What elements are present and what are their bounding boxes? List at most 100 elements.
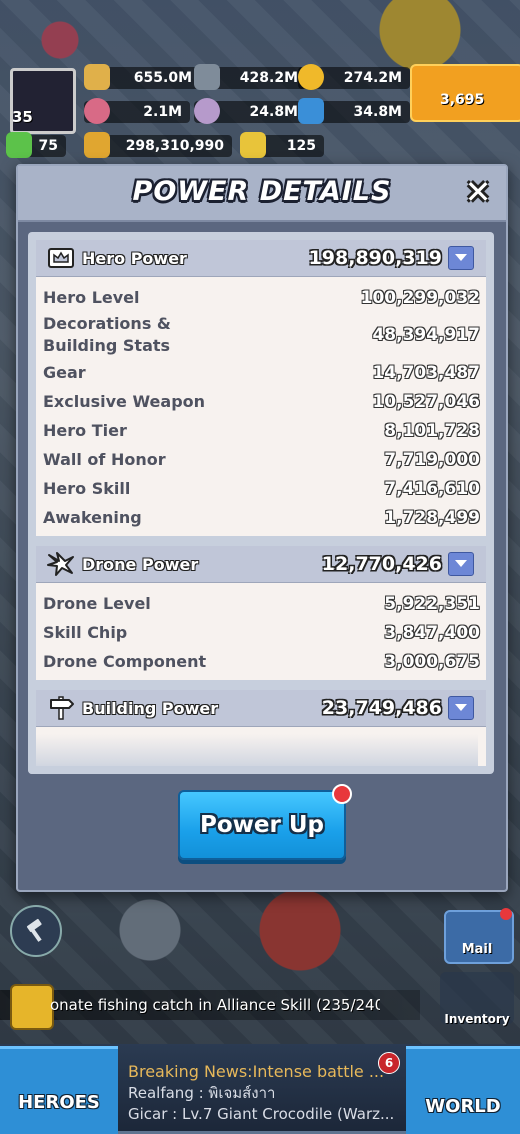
heroes-button[interactable] — [0, 1046, 118, 1134]
stat-value: 7,719,000 — [384, 449, 480, 470]
chevron-down-icon — [455, 254, 467, 261]
stat-row: Drone Component 3,000,675 — [36, 647, 486, 676]
stat-value: 8,101,728 — [384, 420, 480, 441]
stat-value: 3,847,400 — [384, 622, 480, 643]
stat-value: 14,703,487 — [372, 362, 480, 383]
power-up-label: Power Up — [200, 812, 324, 838]
news-feed[interactable]: Breaking News:Intense battle ... Realfan… — [128, 1062, 394, 1123]
world-button[interactable] — [406, 1046, 520, 1134]
tickets[interactable]: 125 — [240, 132, 324, 158]
stat-row: Hero Tier 8,101,728 — [36, 416, 486, 445]
stat-label: Wall of Honor — [43, 449, 166, 469]
ball-icon — [84, 98, 110, 124]
ticket-icon — [240, 132, 266, 158]
lightning-icon — [6, 132, 32, 158]
stat-label: Drone Level — [43, 593, 151, 613]
resource-oil[interactable]: 34.8M — [298, 98, 410, 124]
stat-row: Gear 14,703,487 — [36, 358, 486, 387]
stat-row: Wall of Honor 7,719,000 — [36, 445, 486, 474]
stat-label: Hero Skill — [43, 478, 131, 498]
section-header-hero-power[interactable]: Hero Power 198,890,319 — [36, 240, 486, 277]
anvil-icon — [194, 64, 220, 90]
resource-seeds[interactable]: 2.1M — [84, 98, 190, 124]
world-label: WORLD — [425, 1096, 501, 1117]
stat-row: Awakening 1,728,499 — [36, 503, 486, 532]
signpost-icon — [46, 695, 76, 721]
expand-toggle[interactable] — [448, 552, 474, 576]
power-list[interactable]: Hero Power 198,890,319 Hero Level 100,299… — [36, 240, 486, 766]
barrel-icon — [298, 98, 324, 124]
stat-value: 48,394,917 — [372, 325, 480, 345]
player-level: 35 — [12, 108, 33, 126]
resource-iron[interactable]: 428.2M — [194, 64, 306, 90]
chevron-down-icon — [455, 704, 467, 711]
scroll-fade — [28, 734, 478, 774]
stat-label: Skill Chip — [43, 622, 128, 642]
resource-mushroom[interactable]: 24.8M — [194, 98, 306, 124]
chat-line: Gicar : Lv.7 Giant Crocodile (Warz... — [128, 1105, 394, 1123]
drone-icon — [46, 551, 76, 577]
expand-toggle[interactable] — [448, 246, 474, 270]
mushroom-icon — [194, 98, 220, 124]
crown-icon — [46, 245, 76, 271]
power-panel: Hero Power 198,890,319 Hero Level 100,299… — [28, 232, 494, 774]
stamina[interactable]: 75 — [6, 132, 66, 158]
ticker-text: onate fishing catch in Alliance Skill (2… — [50, 996, 380, 1014]
power-up-button[interactable]: Power Up — [178, 784, 352, 860]
stat-label: Gear — [43, 362, 86, 382]
chevron-down-icon — [455, 560, 467, 567]
section-name: Hero Power — [82, 248, 187, 268]
stat-row: Decorations & Building Stats 48,394,917 — [36, 312, 486, 358]
hammer-icon — [26, 918, 42, 942]
news-headline: Breaking News:Intense battle ... — [128, 1062, 385, 1081]
stat-value: 1,728,499 — [384, 507, 480, 528]
power-fist-icon — [84, 132, 110, 158]
news-badge: 6 — [378, 1052, 400, 1074]
modal-header: POWER DETAILS ✕ — [18, 166, 506, 222]
bread-icon — [84, 64, 110, 90]
section-body-hero-power: Hero Level 100,299,032 Decorations & Buil… — [36, 277, 486, 536]
stat-row: Exclusive Weapon 10,527,046 — [36, 387, 486, 416]
stat-label: Awakening — [43, 507, 142, 527]
section-value: 12,770,426 — [321, 553, 442, 575]
stat-label: Drone Component — [43, 651, 207, 671]
stat-label: Exclusive Weapon — [43, 391, 206, 411]
notification-dot — [500, 908, 512, 920]
heroes-label: HEROES — [18, 1092, 100, 1113]
section-name: Drone Power — [82, 554, 199, 574]
resource-gold[interactable]: 274.2M — [298, 64, 410, 90]
power-details-modal: POWER DETAILS ✕ Hero Power 198,890,319 H… — [16, 164, 508, 892]
stat-row: Hero Level 100,299,032 — [36, 283, 486, 312]
stat-label: Hero Tier — [43, 420, 127, 440]
close-button[interactable]: ✕ — [460, 173, 496, 211]
notification-dot — [332, 784, 352, 804]
close-icon: ✕ — [464, 173, 492, 211]
inventory-label: Inventory — [444, 1012, 510, 1026]
stat-value: 3,000,675 — [384, 651, 480, 672]
section-header-building-power[interactable]: Building Power 23,749,486 — [36, 690, 486, 727]
expand-toggle[interactable] — [448, 696, 474, 720]
section-value: 23,749,486 — [321, 697, 442, 719]
section-name: Building Power — [82, 698, 219, 718]
stat-row: Skill Chip 3,847,400 — [36, 618, 486, 647]
resource-food[interactable]: 655.0M — [84, 64, 200, 90]
stat-row: Drone Level 5,922,351 — [36, 589, 486, 618]
robot-icon[interactable] — [10, 984, 54, 1030]
chat-line: Realfang : พิเจมส์งาา — [128, 1084, 276, 1102]
stat-label: Decorations & Building Stats — [43, 314, 171, 355]
coin-icon — [298, 64, 324, 90]
stat-row: Hero Skill 7,416,610 — [36, 474, 486, 503]
section-body-drone-power: Drone Level 5,922,351 Skill Chip 3,847,400… — [36, 583, 486, 680]
build-button[interactable] — [10, 905, 62, 957]
stat-value: 100,299,032 — [360, 287, 480, 308]
stat-value: 10,527,046 — [372, 391, 480, 412]
stat-value: 7,416,610 — [384, 478, 480, 499]
stat-value: 5,922,351 — [384, 593, 480, 614]
gems-value: 3,695 — [440, 92, 485, 108]
section-header-drone-power[interactable]: Drone Power 12,770,426 — [36, 546, 486, 583]
mail-label: Mail — [461, 942, 493, 957]
modal-title: POWER DETAILS — [132, 176, 392, 207]
section-value: 198,890,319 — [308, 247, 442, 269]
stat-label: Hero Level — [43, 287, 140, 307]
total-power[interactable]: 298,310,990 — [84, 132, 232, 158]
